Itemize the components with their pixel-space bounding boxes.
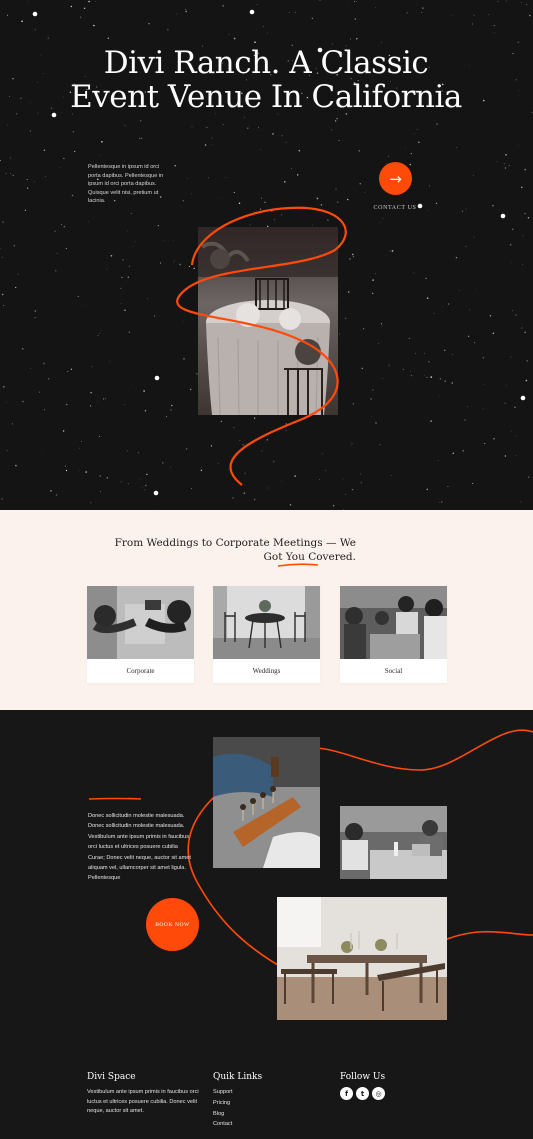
twitter-icon[interactable]: t [356, 1087, 369, 1100]
meeting-photo [340, 806, 447, 879]
footer-description: Vestibulum ante ipsum primis in faucibus… [87, 1089, 199, 1115]
instagram-icon[interactable]: ◎ [372, 1087, 385, 1100]
contact-us-link[interactable]: CONTACT US [360, 205, 430, 211]
footer-link-support[interactable]: Support [213, 1087, 233, 1098]
arrow-right-icon: → [389, 169, 402, 188]
venue-text-rule [88, 797, 142, 800]
book-now-button[interactable]: BOOK NOW [146, 898, 199, 951]
service-card-social[interactable]: Social [340, 586, 447, 683]
heading-underline [277, 563, 319, 567]
catering-photo [213, 737, 320, 868]
footer-link-blog[interactable]: Blog [213, 1109, 233, 1120]
services-heading: From Weddings to Corporate Meetings — We… [114, 537, 356, 563]
dining-table-photo [277, 897, 447, 1020]
footer [0, 1050, 533, 1139]
handshake-photo [87, 586, 194, 659]
hero-wedding-table-image [198, 227, 338, 415]
service-card-weddings[interactable]: Weddings [213, 586, 320, 683]
card-label-social: Social [384, 667, 403, 675]
contact-arrow-button[interactable]: → [379, 162, 412, 195]
facebook-icon[interactable]: f [340, 1087, 353, 1100]
hero-description: Pellentesque in ipsum id orci porta dapi… [88, 164, 164, 205]
footer-follow-title: Follow Us [340, 1072, 386, 1082]
card-label-corporate: Corporate [126, 667, 155, 675]
card-label-weddings: Weddings [252, 667, 281, 675]
patio-tables-photo [213, 586, 320, 659]
group-meeting-photo [340, 586, 447, 659]
footer-links: Support Pricing Blog Contact [213, 1087, 233, 1130]
service-card-corporate[interactable]: Corporate [87, 586, 194, 683]
footer-brand: Divi Space [87, 1072, 136, 1082]
footer-link-pricing[interactable]: Pricing [213, 1098, 233, 1109]
hero-title: Divi Ranch. A Classic Event Venue In Cal… [70, 45, 462, 115]
footer-link-contact[interactable]: Contact [213, 1119, 233, 1130]
footer-links-title: Quik Links [213, 1072, 263, 1082]
venue-description: Donec sollicitudin molestie malesuada. D… [88, 813, 191, 882]
